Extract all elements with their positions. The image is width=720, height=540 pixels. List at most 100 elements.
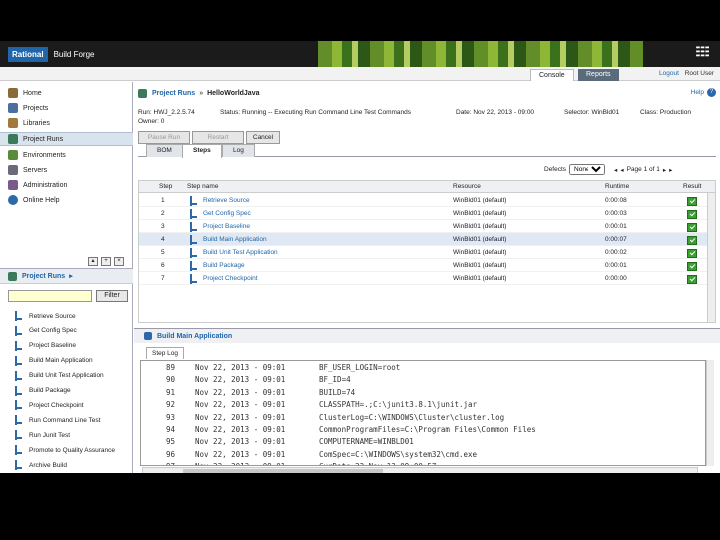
step-list-item[interactable]: Run Command Line Test [14,413,100,427]
sidebar-item-libraries[interactable]: Libraries [8,116,130,130]
run-tabs: BOM Steps Log [138,144,716,158]
help-icon[interactable]: ? [707,88,716,97]
logout-link[interactable]: Logout [659,70,679,77]
tab-log[interactable]: Log [222,144,255,157]
col-result[interactable]: Result [683,183,701,190]
table-row[interactable]: 1 Retrieve Source WinBld01 (default) 0:00:0… [139,194,709,207]
result-pass-icon [687,210,697,219]
project-runs-icon [8,134,18,144]
table-row[interactable]: 5 Build Unit Test Application WinBld01 (de… [139,246,709,259]
step-name[interactable]: Build Main Application [203,236,267,243]
tab-reports[interactable]: Reports [578,69,619,81]
banner-graphic [318,41,643,67]
defects-select[interactable]: None [569,164,606,175]
tab-step-log[interactable]: Step Log [146,347,185,359]
sidebar-item-environments[interactable]: Environments [8,148,130,162]
table-row[interactable]: 3 Project Baseline WinBld01 (default) 0:00:… [139,220,709,233]
sidebar-item-servers[interactable]: Servers [8,163,130,177]
step-list-label: Build Unit Test Application [29,372,104,380]
log-line-number: 94 [165,425,175,434]
product-name: Build Forge [53,49,95,59]
sidebar-item-label: Online Help [23,196,60,204]
log-text: COMPUTERNAME=WINBLD01 [319,437,414,447]
add-button[interactable]: + [101,257,111,266]
col-resource[interactable]: Resource [453,183,481,190]
brand-logo: Rational Build Forge [8,46,100,62]
sidebar-item-label: Environments [23,151,66,159]
step-name[interactable]: Build Package [203,262,245,269]
step-icon [189,222,198,232]
step-list-item[interactable]: Run Junit Test [14,428,70,442]
project-runs-panel-header[interactable]: Project Runs ▸ [0,268,133,284]
step-list-item[interactable]: Archive Build [14,458,67,472]
libraries-icon [8,118,18,128]
sidebar-item-home[interactable]: Home [8,86,130,100]
table-row[interactable]: 7 Project Checkpoint WinBld01 (default) 0:0… [139,272,709,285]
step-list-item[interactable]: Promote to Quality Assurance [14,443,115,457]
cancel-button[interactable]: Cancel [246,131,280,144]
step-number: 3 [161,223,165,230]
next-page-icon[interactable]: ▸ [663,166,666,174]
step-number: 2 [161,210,165,217]
step-icon [189,274,198,284]
result-pass-icon [687,275,697,284]
step-name[interactable]: Build Unit Test Application [203,249,278,256]
log-timestamp: Nov 22, 2013 - 09:01 [195,412,286,422]
step-number: 1 [161,197,165,204]
filter-input[interactable] [8,290,92,302]
pause-run-button[interactable]: Pause Run [138,131,190,144]
prev-page-icon[interactable]: ◂ [620,166,623,174]
col-runtime[interactable]: Runtime [605,183,629,190]
scroll-thumb[interactable] [183,469,383,473]
step-list-item[interactable]: Project Baseline [14,339,76,353]
log-timestamp: Nov 22, 2013 - 09:01 [195,425,286,434]
step-resource: WinBld01 (default) [453,236,507,243]
last-page-icon[interactable]: ▸ [669,166,672,174]
sidebar-item-projects[interactable]: Projects [8,101,130,115]
table-row[interactable]: 6 Build Package WinBld01 (default) 0:00:01 [139,259,709,272]
close-panel-button[interactable]: × [114,257,124,266]
log-panel: Build Main Application Step Log 89 Nov 22… [134,328,720,473]
step-icon [144,332,152,340]
breadcrumb-section[interactable]: Project Runs [152,90,195,97]
sidebar-item-label: Projects [23,104,49,112]
help-link[interactable]: Help [691,89,704,96]
log-title: Build Main Application [157,332,233,340]
step-name[interactable]: Project Baseline [203,223,250,230]
step-icon [14,355,23,366]
collapse-button[interactable]: ▴ [88,257,98,266]
tab-steps[interactable]: Steps [182,144,222,158]
log-hscrollbar[interactable] [142,467,698,473]
step-list-label: Get Config Spec [29,327,77,335]
tab-console[interactable]: Console [530,69,574,81]
filter-button[interactable]: Filter [96,290,128,302]
col-step[interactable]: Step [159,183,172,190]
table-row[interactable]: 4 Build Main Application WinBld01 (default… [139,233,709,246]
sidebar-item-online-help[interactable]: Online Help [8,193,130,207]
col-step-name[interactable]: Step name [187,183,218,190]
step-icon [14,430,23,441]
step-name[interactable]: Get Config Spec [203,210,251,217]
step-list-item[interactable]: Get Config Spec [14,324,77,338]
step-list-item[interactable]: Build Package [14,384,71,398]
log-vscrollbar[interactable] [706,360,714,466]
sidebar-item-label: Home [23,89,42,97]
step-icon [14,445,23,456]
tab-bom[interactable]: BOM [146,144,183,157]
sidebar-item-administration[interactable]: Administration [8,178,130,192]
step-name[interactable]: Retrieve Source [203,197,250,204]
step-list-item[interactable]: Retrieve Source [14,309,76,323]
table-scrollbar[interactable] [707,193,715,322]
restart-button[interactable]: Restart [192,131,244,144]
servers-icon [8,165,18,175]
panel-title: Project Runs [22,272,66,280]
table-row[interactable]: 2 Get Config Spec WinBld01 (default) 0:00:0… [139,207,709,220]
step-name[interactable]: Project Checkpoint [203,275,258,282]
log-text: CLASSPATH=.;C:\junit3.8.1\junit.jar [319,400,478,410]
projects-icon [8,103,18,113]
step-list-item[interactable]: Build Unit Test Application [14,369,104,383]
sidebar-item-project-runs[interactable]: Project Runs [0,132,133,146]
step-list-item[interactable]: Build Main Application [14,354,93,368]
step-list-item[interactable]: Project Checkpoint [14,398,84,412]
first-page-icon[interactable]: ◂ [614,166,617,174]
